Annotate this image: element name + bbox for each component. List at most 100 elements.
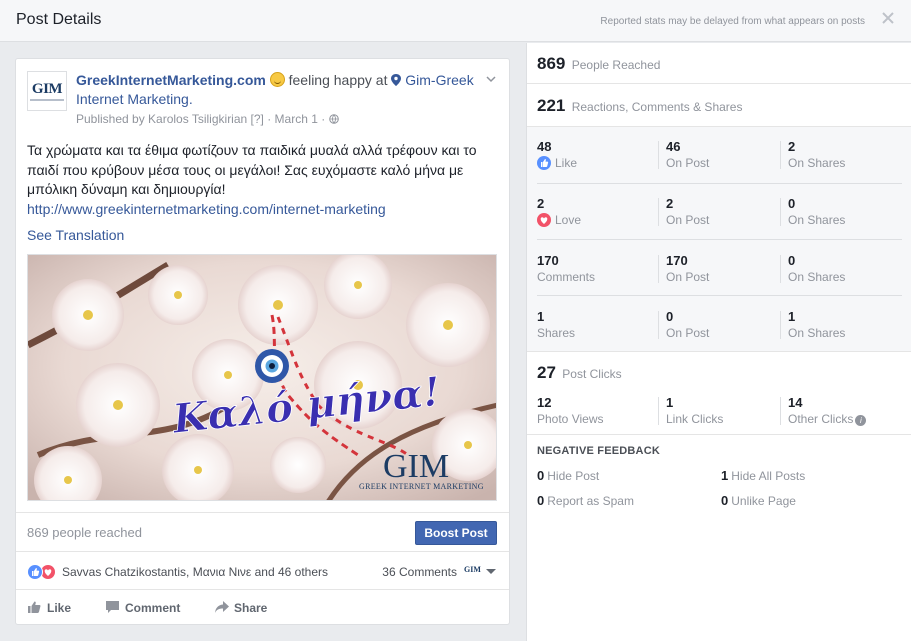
unlike-page-label: Unlike Page bbox=[731, 494, 796, 508]
row-separator bbox=[537, 183, 902, 184]
reactors-list[interactable]: Savvas Chatzikostantis, Μανια Νινε and 4… bbox=[62, 565, 328, 579]
other-clicks-value: 14 bbox=[788, 395, 803, 410]
divider bbox=[527, 434, 911, 435]
loves-total-value: 2 bbox=[537, 196, 545, 211]
divider bbox=[527, 351, 911, 352]
post-text: Τα χρώματα και τα έθιμα φωτίζουν τα παιδ… bbox=[27, 141, 497, 219]
comments-total-value: 170 bbox=[537, 253, 559, 268]
caret-down-icon[interactable] bbox=[486, 569, 496, 574]
page-mini-avatar[interactable]: GIM bbox=[464, 565, 481, 576]
people-reached-text: 869 people reached bbox=[27, 525, 142, 540]
photo-views-label: Photo Views bbox=[537, 412, 604, 426]
image-logo-text: GIM bbox=[383, 448, 449, 485]
chevron-down-icon[interactable] bbox=[485, 73, 497, 85]
place-link-cont[interactable]: Internet Marketing. bbox=[76, 91, 193, 107]
share-icon bbox=[215, 601, 229, 613]
post-headline: GreekInternetMarketing.com feeling happy… bbox=[76, 71, 476, 109]
post-card: GIM GreekInternetMarketing.com feeling h… bbox=[15, 58, 510, 625]
post-image-art: Καλό μήνα! GIM GREEK INTERNET MARKETING bbox=[28, 255, 496, 500]
shares-on-post: 0 On Post bbox=[666, 309, 776, 340]
likes-on-post-label: On Post bbox=[666, 156, 710, 170]
hide-post-stat: 0 Hide Post bbox=[537, 468, 599, 483]
post-clicks-stat: 27 Post Clicks bbox=[537, 363, 622, 383]
comments-on-post-value: 170 bbox=[666, 253, 688, 268]
dialog-header: Post Details Reported stats may be delay… bbox=[0, 0, 911, 42]
love-icon bbox=[537, 213, 551, 227]
loves-on-post-value: 2 bbox=[666, 196, 674, 211]
divider bbox=[527, 83, 911, 84]
info-icon[interactable]: i bbox=[855, 415, 867, 426]
hide-all-posts-stat: 1 Hide All Posts bbox=[721, 468, 805, 483]
column-separator bbox=[658, 141, 659, 169]
other-clicks-label: Other Clicks bbox=[788, 412, 854, 426]
close-icon[interactable] bbox=[881, 11, 895, 25]
comments-on-shares-value: 0 bbox=[788, 253, 796, 268]
post-message: Τα χρώματα και τα έθιμα φωτίζουν τα παιδ… bbox=[27, 142, 477, 197]
page-name-link[interactable]: GreekInternetMarketing.com bbox=[76, 72, 266, 88]
boost-post-button[interactable]: Boost Post bbox=[415, 521, 497, 545]
likes-total: 48 Like bbox=[537, 139, 647, 170]
post-image[interactable]: Καλό μήνα! GIM GREEK INTERNET MARKETING bbox=[27, 254, 497, 501]
hide-all-posts-value: 1 bbox=[721, 468, 729, 483]
post-link[interactable]: http://www.greekinternetmarketing.com/in… bbox=[27, 200, 497, 220]
comment-icon bbox=[106, 601, 119, 613]
likes-on-shares: 2 On Shares bbox=[788, 139, 898, 170]
shares-on-post-label: On Post bbox=[666, 326, 710, 340]
row-separator bbox=[537, 295, 902, 296]
likes-on-post: 46 On Post bbox=[666, 139, 776, 170]
likes-on-post-value: 46 bbox=[666, 139, 681, 154]
loves-on-post: 2 On Post bbox=[666, 196, 776, 227]
loves-on-shares-value: 0 bbox=[788, 196, 796, 211]
likes-on-shares-value: 2 bbox=[788, 139, 796, 154]
publisher-info: Published by Karolos Tsiligkirian [?] · … bbox=[76, 112, 329, 126]
comments-on-post-label: On Post bbox=[666, 270, 710, 284]
engagement-stat: 221 Reactions, Comments & Shares bbox=[537, 96, 742, 116]
see-translation-link[interactable]: See Translation bbox=[27, 227, 124, 243]
comments-total-label: Comments bbox=[537, 270, 596, 284]
comments-count-link[interactable]: 36 Comments bbox=[382, 565, 457, 579]
shares-on-shares-value: 1 bbox=[788, 309, 796, 324]
loves-on-post-label: On Post bbox=[666, 213, 710, 227]
location-pin-icon bbox=[391, 74, 402, 86]
engagement-breakdown: 48 Like 46 On Post 2 On Shares 2 Love 2 … bbox=[527, 127, 911, 351]
post-meta: Published by Karolos Tsiligkirian [?] · … bbox=[76, 112, 339, 126]
loves-total: 2 Love bbox=[537, 196, 647, 227]
dialog-title: Post Details bbox=[16, 11, 102, 28]
people-reached-label: People Reached bbox=[571, 58, 661, 72]
link-clicks-label: Link Clicks bbox=[666, 412, 724, 426]
likes-total-label: Like bbox=[555, 156, 578, 170]
engagement-value: 221 bbox=[537, 96, 566, 115]
stats-delay-note: Reported stats may be delayed from what … bbox=[600, 16, 865, 27]
likes-on-shares-label: On Shares bbox=[788, 156, 846, 170]
column-separator bbox=[780, 397, 781, 425]
unlike-page-stat: 0 Unlike Page bbox=[721, 493, 796, 508]
comments-total: 170 Comments bbox=[537, 253, 647, 284]
post-actions: Like Comment Share bbox=[16, 589, 509, 625]
place-link[interactable]: Gim-Greek bbox=[405, 72, 473, 88]
page-avatar-text: GIM bbox=[31, 81, 63, 97]
like-reaction-icon[interactable] bbox=[27, 564, 43, 580]
column-separator bbox=[658, 397, 659, 425]
image-logo-subtext: GREEK INTERNET MARKETING bbox=[359, 482, 484, 491]
column-separator bbox=[780, 141, 781, 169]
comments-on-shares: 0 On Shares bbox=[788, 253, 898, 284]
engagement-label: Reactions, Comments & Shares bbox=[571, 100, 743, 114]
thumbs-up-icon bbox=[28, 601, 41, 613]
column-separator bbox=[658, 198, 659, 226]
shares-total-label: Shares bbox=[537, 326, 576, 340]
shares-on-post-value: 0 bbox=[666, 309, 674, 324]
comments-on-post: 170 On Post bbox=[666, 253, 776, 284]
likes-total-value: 48 bbox=[537, 139, 552, 154]
page-avatar[interactable]: GIM bbox=[27, 71, 67, 111]
negative-feedback-title: NEGATIVE FEEDBACK bbox=[537, 445, 660, 457]
column-separator bbox=[658, 311, 659, 339]
hide-post-label: Hide Post bbox=[547, 469, 600, 483]
hide-all-posts-label: Hide All Posts bbox=[731, 469, 806, 483]
shares-on-shares: 1 On Shares bbox=[788, 309, 898, 340]
shares-on-shares-label: On Shares bbox=[788, 326, 846, 340]
post-preview-pane: GIM GreekInternetMarketing.com feeling h… bbox=[0, 43, 526, 641]
shares-total: 1 Shares bbox=[537, 309, 647, 340]
report-spam-label: Report as Spam bbox=[547, 494, 634, 508]
column-separator bbox=[658, 255, 659, 283]
photo-views-value: 12 bbox=[537, 395, 552, 410]
